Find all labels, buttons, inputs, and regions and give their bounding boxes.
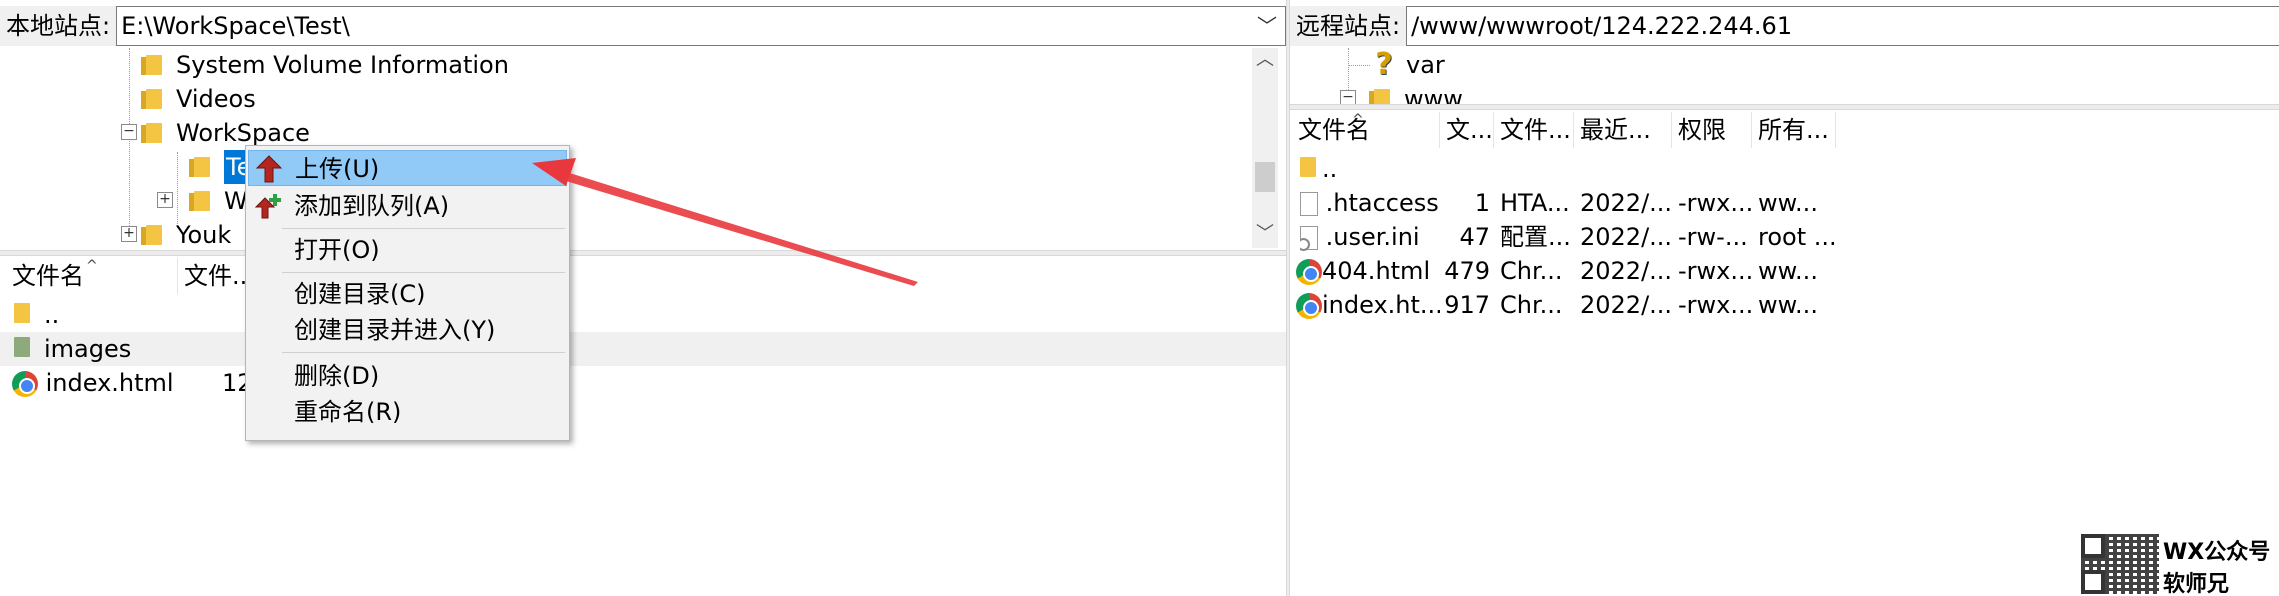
expand-icon[interactable]: + xyxy=(121,226,137,242)
list-item[interactable]: .. xyxy=(0,298,1286,332)
column-filesize[interactable]: 文... xyxy=(1440,112,1494,148)
folder-icon xyxy=(189,157,210,177)
remote-site-label: 远程站点: xyxy=(1290,6,1407,46)
menu-separator xyxy=(282,272,565,273)
local-file-list[interactable]: 文件名 ^ 文件... .. images index.html 12 xyxy=(0,258,1286,596)
chevron-down-icon[interactable]: ﹀ xyxy=(1257,7,1277,45)
local-list-header: 文件名 ^ 文件... xyxy=(0,258,1286,294)
watermark: WX公众号 软师兄 xyxy=(2079,528,2279,596)
column-owner[interactable]: 所有... xyxy=(1752,112,1836,148)
list-item[interactable]: .user.ini 47 配置... 2022/... -rw-... root… xyxy=(1290,220,2279,254)
local-site-input[interactable]: E:\WorkSpace\Test\ ﹀ xyxy=(116,6,1286,46)
list-item[interactable]: index.ht... 917 Chr... 2022/... -rwx... … xyxy=(1290,288,2279,322)
file-icon xyxy=(1300,192,1318,216)
watermark-line1: WX公众号 xyxy=(2163,540,2271,565)
folder-icon xyxy=(189,191,210,211)
remote-directory-tree[interactable]: ? var − www xyxy=(1290,48,2279,104)
context-menu: 上传(U) 添加到队列(A) 打开(O) 创建目录(C) 创建目录并进入(Y) … xyxy=(245,145,570,441)
remote-list-header: 文件名 ^ 文... 文件... 最近... 权限 所有... xyxy=(1290,112,2279,148)
column-modified[interactable]: 最近... xyxy=(1574,112,1672,148)
remote-splitter[interactable] xyxy=(1290,104,2279,110)
chrome-icon xyxy=(12,371,38,397)
tree-item-w[interactable]: W xyxy=(189,184,248,218)
list-item[interactable]: 404.html 479 Chr... 2022/... -rwx... ww.… xyxy=(1290,254,2279,288)
local-address-bar: 本地站点: E:\WorkSpace\Test\ ﹀ xyxy=(0,6,1286,46)
folder-icon xyxy=(141,225,162,245)
local-tree-scrollbar[interactable]: ︿ ﹀ xyxy=(1252,48,1278,248)
column-filename[interactable]: 文件名 ^ xyxy=(6,258,178,294)
sort-caret-icon: ^ xyxy=(86,258,98,274)
local-splitter[interactable] xyxy=(0,250,1286,256)
column-filename[interactable]: 文件名 ^ xyxy=(1292,112,1440,148)
chevron-down-icon[interactable]: ﹀ xyxy=(1252,222,1278,246)
menu-item-add-to-queue[interactable]: 添加到队列(A) xyxy=(248,188,567,224)
list-item[interactable]: .htaccess 1 HTA... 2022/... -rwx... ww..… xyxy=(1290,186,2279,220)
list-item[interactable]: .. xyxy=(1290,152,2279,186)
folder-icon xyxy=(1369,89,1390,104)
add-to-queue-icon xyxy=(254,194,281,219)
folder-icon xyxy=(14,303,30,323)
tree-item-videos[interactable]: Videos xyxy=(141,82,256,116)
tree-item-www[interactable]: www xyxy=(1369,82,1463,104)
collapse-icon[interactable]: − xyxy=(121,124,137,140)
question-mark-icon: ? xyxy=(1375,48,1393,82)
remote-address-bar: 远程站点: /www/wwwroot/124.222.244.61 xyxy=(1290,6,2279,46)
remote-file-list[interactable]: 文件名 ^ 文... 文件... 最近... 权限 所有... .. .htac… xyxy=(1290,112,2279,596)
chrome-icon xyxy=(1296,259,1322,285)
local-path-text: E:\WorkSpace\Test\ xyxy=(121,12,350,40)
remote-path-text: /www/wwwroot/124.222.244.61 xyxy=(1411,12,1793,40)
collapse-icon[interactable]: − xyxy=(1340,90,1356,104)
menu-item-delete[interactable]: 删除(D) xyxy=(248,358,567,394)
tree-item-var[interactable]: ? var xyxy=(1374,48,1444,82)
tree-item-youk[interactable]: Youk xyxy=(141,218,231,248)
menu-item-upload[interactable]: 上传(U) xyxy=(248,150,567,186)
upload-arrow-icon xyxy=(255,155,283,183)
menu-item-open[interactable]: 打开(O) xyxy=(248,232,567,268)
menu-item-create-and-enter[interactable]: 创建目录并进入(Y) xyxy=(248,312,567,348)
sort-caret-icon: ^ xyxy=(1352,112,1364,128)
chrome-icon xyxy=(1296,293,1322,319)
expand-icon[interactable]: + xyxy=(157,192,173,208)
column-permissions[interactable]: 权限 xyxy=(1672,112,1752,148)
local-directory-tree[interactable]: System Volume Information Videos − WorkS… xyxy=(6,48,1280,248)
remote-site-input[interactable]: /www/wwwroot/124.222.244.61 xyxy=(1406,6,2279,46)
column-filetype[interactable]: 文件... xyxy=(1494,112,1574,148)
config-file-icon xyxy=(1300,226,1318,251)
qr-code-icon xyxy=(2081,534,2159,594)
list-item[interactable]: index.html 12 xyxy=(0,366,1286,400)
folder-icon xyxy=(1300,157,1316,177)
menu-separator xyxy=(282,228,565,229)
menu-item-rename[interactable]: 重命名(R) xyxy=(248,394,567,430)
watermark-line2: 软师兄 xyxy=(2163,572,2230,596)
menu-item-create-directory[interactable]: 创建目录(C) xyxy=(248,276,567,312)
folder-icon xyxy=(141,123,162,143)
folder-icon xyxy=(14,337,30,357)
menu-separator xyxy=(282,352,565,353)
local-site-label: 本地站点: xyxy=(0,6,117,46)
list-item[interactable]: images xyxy=(0,332,1286,366)
folder-icon xyxy=(141,89,162,109)
remote-pane: 远程站点: /www/wwwroot/124.222.244.61 ? var … xyxy=(1290,0,2279,596)
tree-item-system-volume[interactable]: System Volume Information xyxy=(141,48,509,82)
scroll-thumb[interactable] xyxy=(1255,162,1275,192)
chevron-up-icon[interactable]: ︿ xyxy=(1252,48,1278,72)
folder-icon xyxy=(141,55,162,75)
local-pane: 本地站点: E:\WorkSpace\Test\ ﹀ System Volume… xyxy=(0,0,1286,596)
